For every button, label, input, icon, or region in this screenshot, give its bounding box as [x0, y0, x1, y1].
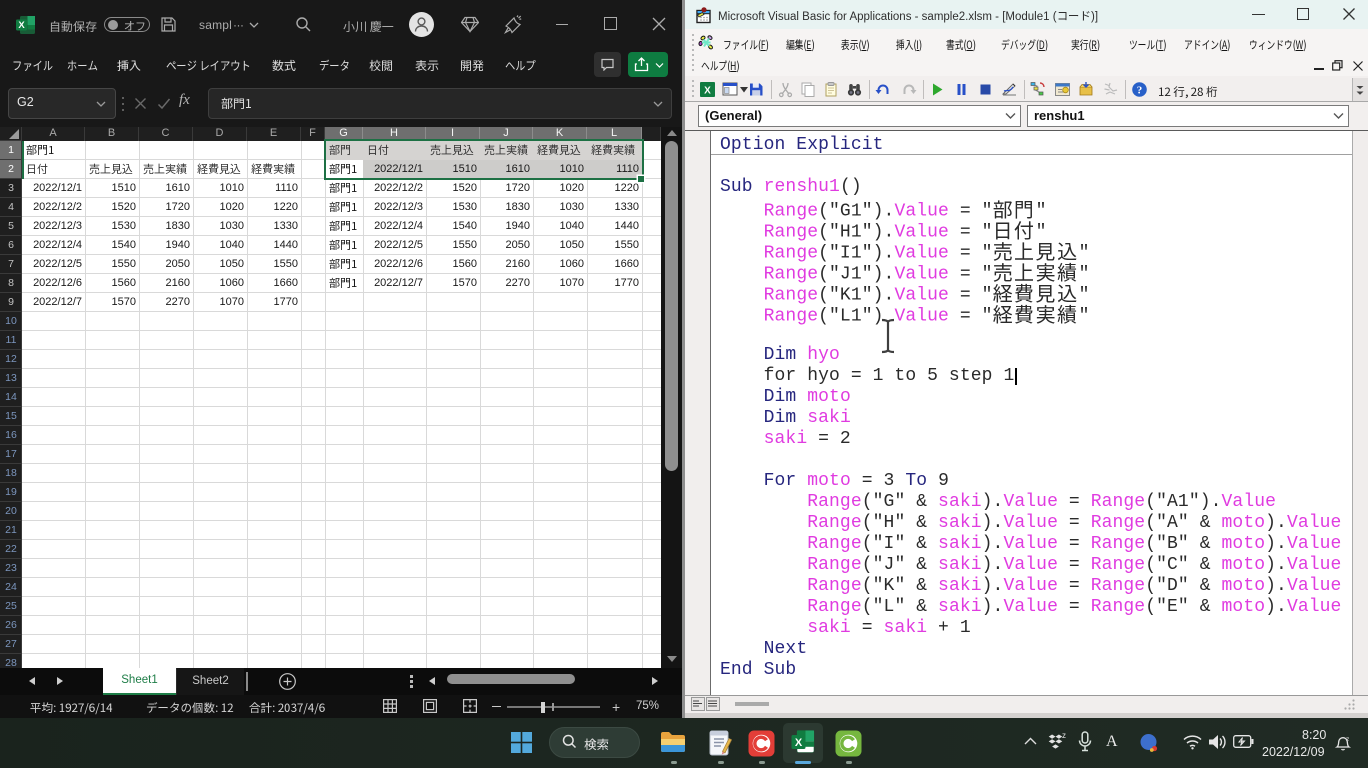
svg-text:X: X: [18, 20, 25, 31]
svg-text:?: ?: [1137, 85, 1143, 97]
svg-text:X: X: [795, 737, 803, 749]
svg-text:z: z: [1346, 736, 1349, 743]
svg-text:X: X: [704, 86, 711, 97]
svg-text:z: z: [1062, 732, 1066, 740]
